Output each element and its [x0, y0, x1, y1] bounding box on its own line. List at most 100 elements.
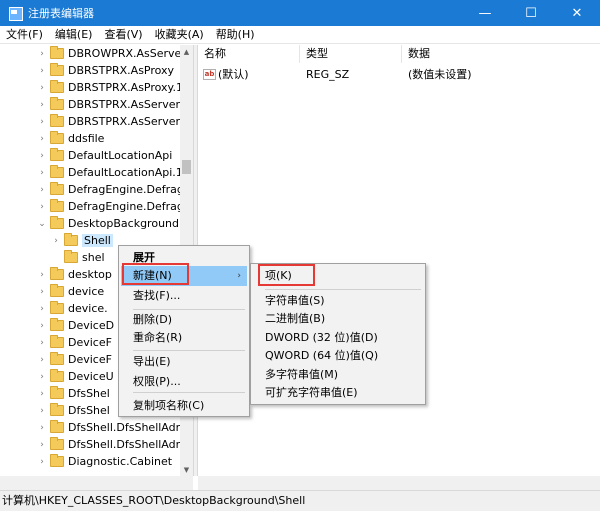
menu-item-dword-value[interactable]: DWORD (32 位)值(D): [253, 328, 423, 348]
folder-icon: [50, 165, 64, 178]
tree-item[interactable]: › DefaultLocationApi: [36, 147, 193, 164]
chevron-right-icon[interactable]: ›: [36, 130, 48, 147]
menu-item-rename[interactable]: 重命名(R): [121, 328, 247, 348]
folder-icon: [50, 335, 64, 348]
chevron-right-icon[interactable]: ›: [36, 436, 48, 453]
menu-item-string-value[interactable]: 字符串值(S): [253, 291, 423, 311]
tree-item[interactable]: › DBRSTPRX.AsProxy.1: [36, 79, 193, 96]
callout-box-new: [122, 263, 189, 285]
window-title: 注册表编辑器: [28, 7, 94, 20]
chevron-right-icon[interactable]: ›: [36, 181, 48, 198]
chevron-right-icon[interactable]: ›: [36, 198, 48, 215]
folder-icon: [50, 182, 64, 195]
chevron-right-icon[interactable]: ›: [36, 334, 48, 351]
chevron-right-icon[interactable]: ›: [50, 232, 62, 249]
folder-icon: [50, 301, 64, 314]
folder-icon: [50, 437, 64, 450]
expander-placeholder: [50, 249, 62, 266]
menu-favorites[interactable]: 收藏夹(A): [149, 26, 210, 44]
chevron-right-icon[interactable]: ›: [36, 62, 48, 79]
folder-icon: [64, 250, 78, 263]
scroll-up-icon[interactable]: ▲: [180, 45, 193, 58]
menu-help[interactable]: 帮助(H): [210, 26, 261, 44]
menu-item-binary-value[interactable]: 二进制值(B): [253, 309, 423, 329]
tree-item[interactable]: › DfsShell.DfsShellAdmi: [36, 419, 193, 436]
tree-item[interactable]: › DefragEngine.DefragE: [36, 181, 193, 198]
tree-item[interactable]: › DBRSTPRX.AsServer.1: [36, 113, 193, 130]
tree-item[interactable]: › DBRSTPRX.AsServer: [36, 96, 193, 113]
menu-item-multi-string-value[interactable]: 多字符串值(M): [253, 365, 423, 385]
chevron-right-icon[interactable]: ›: [36, 402, 48, 419]
tree-item[interactable]: › DfsShell.DfsShellAdmi: [36, 436, 193, 453]
chevron-right-icon[interactable]: ›: [36, 351, 48, 368]
folder-icon: [50, 267, 64, 280]
chevron-right-icon[interactable]: ›: [36, 96, 48, 113]
tree-item-desktopbackground[interactable]: ⌄ DesktopBackground: [36, 215, 193, 232]
chevron-right-icon[interactable]: ›: [36, 113, 48, 130]
value-type: REG_SZ: [306, 68, 350, 81]
chevron-right-icon[interactable]: ›: [36, 79, 48, 96]
menu-separator: [133, 392, 245, 393]
scroll-down-icon[interactable]: ▼: [180, 463, 193, 476]
folder-icon: [64, 233, 78, 246]
column-header-type[interactable]: 类型: [300, 45, 402, 63]
chevron-right-icon[interactable]: ›: [36, 283, 48, 300]
folder-icon: [50, 63, 64, 76]
values-pane[interactable]: 名称 类型 数据 ab (默认) REG_SZ (数值未设置): [198, 45, 600, 476]
chevron-right-icon[interactable]: ›: [36, 385, 48, 402]
menu-edit[interactable]: 编辑(E): [49, 26, 99, 44]
menu-bar: 文件(F) 编辑(E) 查看(V) 收藏夹(A) 帮助(H): [0, 26, 600, 44]
tree-item[interactable]: › Diagnostic.Cabinet: [36, 453, 193, 470]
chevron-right-icon[interactable]: ›: [36, 317, 48, 334]
values-horizontal-scrollbar[interactable]: [198, 476, 600, 490]
value-name[interactable]: (默认): [218, 66, 249, 83]
menu-item-expandable-string-value[interactable]: 可扩充字符串值(E): [253, 383, 423, 403]
folder-icon: [50, 80, 64, 93]
menu-separator: [265, 289, 421, 290]
scroll-thumb[interactable]: [182, 160, 191, 174]
tree-horizontal-scrollbar[interactable]: [0, 476, 193, 490]
chevron-right-icon[interactable]: ›: [36, 368, 48, 385]
callout-box-key: [258, 264, 315, 286]
status-bar-path: 计算机\HKEY_CLASSES_ROOT\DesktopBackground\…: [0, 490, 600, 511]
menu-item-delete[interactable]: 删除(D): [121, 310, 247, 330]
folder-icon: [50, 97, 64, 110]
menu-item-export[interactable]: 导出(E): [121, 352, 247, 372]
column-header-name[interactable]: 名称: [198, 45, 300, 63]
chevron-right-icon[interactable]: ›: [36, 453, 48, 470]
folder-icon: [50, 352, 64, 365]
chevron-right-icon[interactable]: ›: [36, 419, 48, 436]
column-header-data[interactable]: 数据: [402, 45, 600, 63]
tree-item[interactable]: › DBROWPRX.AsServer: [36, 45, 193, 62]
folder-icon: [50, 369, 64, 382]
menu-item-find[interactable]: 查找(F)...: [121, 286, 247, 306]
menu-item-qword-value[interactable]: QWORD (64 位)值(Q): [253, 346, 423, 366]
chevron-right-icon[interactable]: ›: [36, 164, 48, 181]
chevron-down-icon[interactable]: ⌄: [36, 215, 48, 232]
tree-item[interactable]: › ddsfile: [36, 130, 193, 147]
folder-icon: [50, 284, 64, 297]
menu-item-copy-key-name[interactable]: 复制项名称(C): [121, 396, 247, 416]
value-data: (数值未设置): [408, 68, 472, 81]
chevron-right-icon[interactable]: ›: [36, 147, 48, 164]
tree-item[interactable]: › DefaultLocationApi.1: [36, 164, 193, 181]
folder-icon: [50, 318, 64, 331]
close-button[interactable]: ✕: [554, 0, 600, 26]
regedit-icon: [8, 6, 23, 21]
menu-file[interactable]: 文件(F): [0, 26, 49, 44]
chevron-right-icon[interactable]: ›: [36, 300, 48, 317]
menu-view[interactable]: 查看(V): [98, 26, 148, 44]
string-value-icon: ab: [203, 69, 216, 80]
chevron-right-icon[interactable]: ›: [36, 45, 48, 62]
menu-item-permissions[interactable]: 权限(P)...: [121, 372, 247, 392]
maximize-button[interactable]: ☐: [508, 0, 554, 26]
folder-icon: [50, 386, 64, 399]
minimize-button[interactable]: —: [462, 0, 508, 26]
folder-icon: [50, 46, 64, 59]
tree-item[interactable]: › DefragEngine.DefragE: [36, 198, 193, 215]
tree-item[interactable]: › DBRSTPRX.AsProxy: [36, 62, 193, 79]
menu-separator: [133, 350, 245, 351]
folder-icon: [50, 454, 64, 467]
folder-icon: [50, 199, 64, 212]
chevron-right-icon[interactable]: ›: [36, 266, 48, 283]
